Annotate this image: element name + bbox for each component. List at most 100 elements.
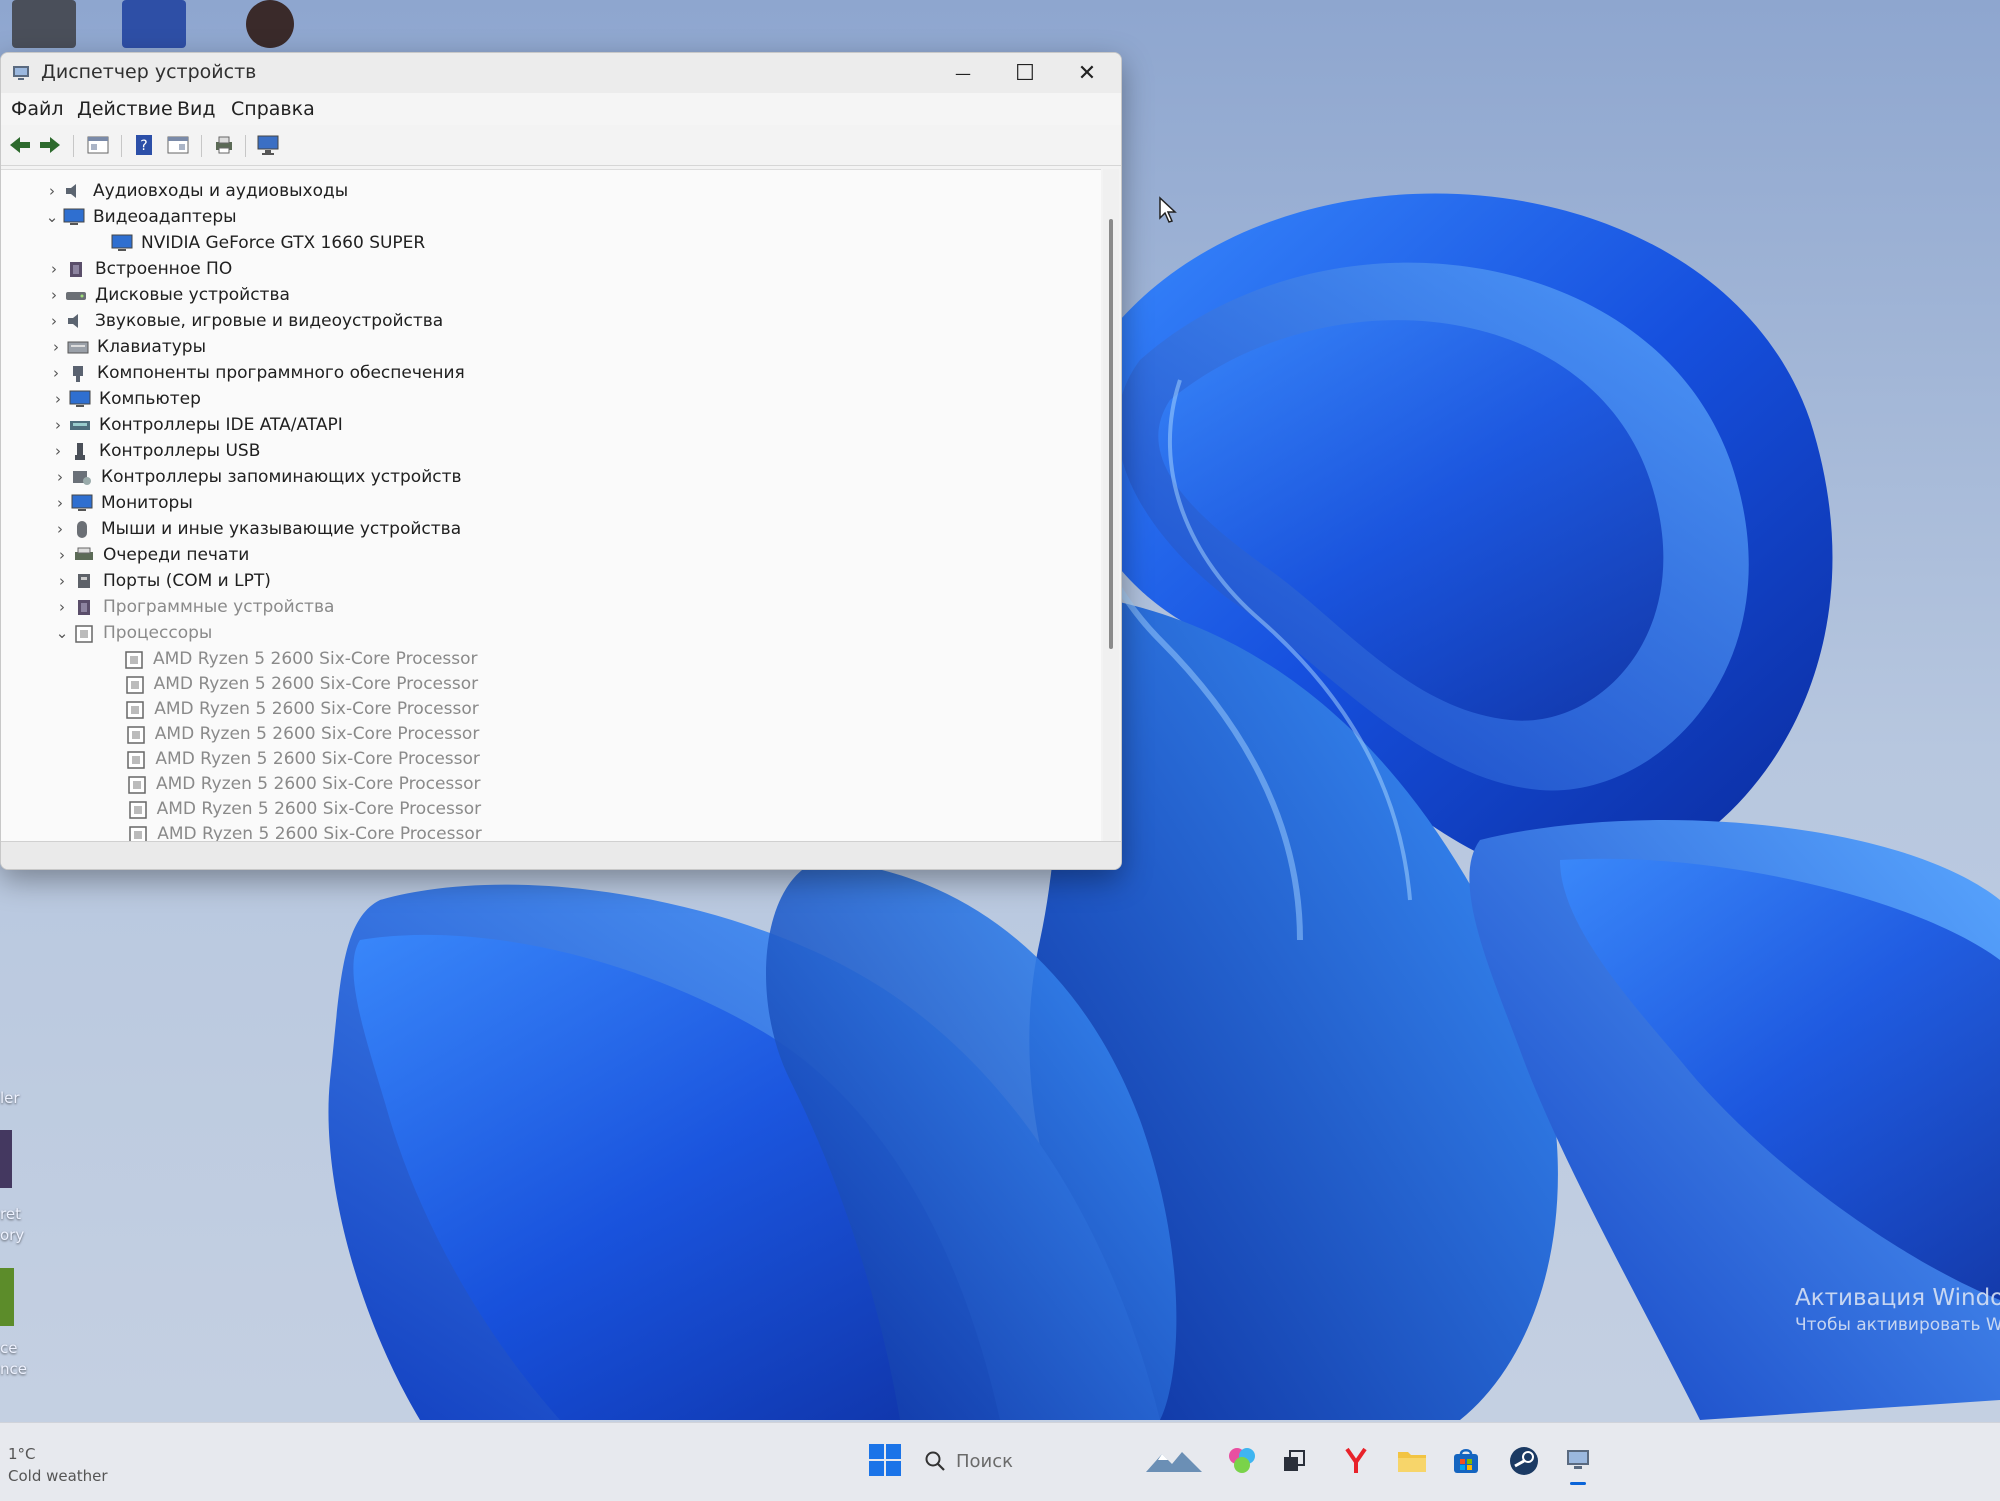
console-button[interactable] [165, 133, 191, 157]
back-button[interactable] [7, 133, 33, 157]
tree-item-processor[interactable]: AMD Ryzen 5 2600 Six-Core Processor [102, 696, 479, 722]
mouse-icon [77, 521, 87, 538]
taskbar-yandex[interactable] [1336, 1441, 1376, 1481]
chevron-down-icon[interactable]: ⌄ [51, 624, 73, 642]
tree-item-print-queues[interactable]: › Очереди печати [51, 542, 249, 568]
arrow-left-icon [10, 137, 30, 153]
chevron-right-icon[interactable]: › [45, 338, 67, 356]
cpu-icon [129, 826, 147, 842]
scan-hardware-button[interactable] [255, 133, 281, 157]
taskbar-store[interactable] [1446, 1441, 1486, 1481]
desktop-icon-2[interactable] [122, 0, 186, 48]
chevron-right-icon[interactable]: › [47, 390, 69, 408]
chevron-right-icon[interactable]: › [51, 598, 73, 616]
menu-action[interactable]: Действие [77, 98, 173, 120]
tree-item-software-components[interactable]: › Компоненты программного обеспечения [45, 360, 465, 386]
window-title: Диспетчер устройств [41, 61, 257, 83]
tree-item-video-adapters[interactable]: ⌄ Видеоадаптеры [41, 204, 237, 230]
tree-item-monitors[interactable]: › Мониторы [49, 490, 193, 516]
weather-widget[interactable]: 1°C Cold weather [8, 1443, 108, 1487]
scrollbar-thumb[interactable] [1109, 219, 1113, 649]
menu-view[interactable]: Вид [177, 98, 216, 120]
tree-item-processor[interactable]: AMD Ryzen 5 2600 Six-Core Processor [103, 721, 479, 747]
steam-icon [1510, 1447, 1538, 1475]
tree-item-processor[interactable]: AMD Ryzen 5 2600 Six-Core Processor [105, 821, 482, 842]
desktop-icon-left-1[interactable] [0, 1130, 12, 1188]
arrow-right-icon [40, 137, 60, 153]
chevron-right-icon[interactable]: › [49, 494, 71, 512]
help-button[interactable]: ? [131, 133, 157, 157]
close-button[interactable]: ✕ [1057, 55, 1117, 91]
chevron-right-icon[interactable]: › [43, 260, 65, 278]
tree-item-sound[interactable]: › Звуковые, игровые и видеоустройства [43, 308, 443, 334]
tree-item-software-devices[interactable]: › Программные устройства [51, 594, 334, 620]
chevron-down-icon[interactable]: ⌄ [41, 208, 63, 226]
tree-item-firmware[interactable]: › Встроенное ПО [43, 256, 232, 282]
chevron-right-icon[interactable]: › [43, 312, 65, 330]
tree-item-keyboards[interactable]: › Клавиатуры [45, 334, 206, 360]
menu-file[interactable]: Файл [11, 98, 64, 120]
tree-item-usb[interactable]: › Контроллеры USB [47, 438, 260, 464]
tree-item-processor[interactable]: AMD Ryzen 5 2600 Six-Core Processor [103, 746, 480, 772]
tree-item-mice[interactable]: › Мыши и иные указывающие устройства [49, 516, 461, 542]
taskbar: 1°C Cold weather Поиск [0, 1422, 2000, 1501]
forward-button[interactable] [37, 133, 63, 157]
tree-item-label: AMD Ryzen 5 2600 Six-Core Processor [153, 674, 479, 694]
tree-item-disk-drives[interactable]: › Дисковые устройства [43, 282, 290, 308]
taskbar-copilot[interactable] [1222, 1441, 1262, 1481]
cpu-icon [127, 751, 146, 769]
menu-bar: Файл Действие Вид Справка [1, 93, 1121, 125]
close-icon: ✕ [1077, 60, 1097, 86]
taskbar-task-view[interactable] [1274, 1441, 1314, 1481]
tree-item-ide[interactable]: › Контроллеры IDE ATA/ATAPI [47, 412, 343, 438]
vertical-scrollbar[interactable] [1103, 169, 1119, 841]
chevron-right-icon[interactable]: › [47, 416, 69, 434]
print-button[interactable] [211, 133, 237, 157]
tree-item-processor[interactable]: AMD Ryzen 5 2600 Six-Core Processor [104, 771, 481, 797]
tree-item-label: AMD Ryzen 5 2600 Six-Core Processor [155, 749, 480, 769]
chevron-right-icon[interactable]: › [41, 182, 63, 200]
chevron-right-icon[interactable]: › [51, 572, 73, 590]
tree-item-gpu[interactable]: NVIDIA GeForce GTX 1660 SUPER [89, 230, 425, 256]
tree-item-label: AMD Ryzen 5 2600 Six-Core Processor [156, 799, 482, 819]
chevron-right-icon[interactable]: › [45, 364, 67, 382]
cpu-icon [125, 651, 143, 669]
tree-item-processor[interactable]: AMD Ryzen 5 2600 Six-Core Processor [105, 796, 482, 822]
tree-item-processor[interactable]: AMD Ryzen 5 2600 Six-Core Processor [102, 671, 479, 697]
windows-activation-watermark: Активация Windo Чтобы активировать W [1795, 1285, 2000, 1335]
desktop-label-1: ler [0, 1089, 20, 1107]
chevron-right-icon[interactable]: › [43, 286, 65, 304]
taskbar-search[interactable]: Поиск [924, 1443, 1124, 1479]
taskbar-steam[interactable] [1504, 1441, 1544, 1481]
tree-item-ports[interactable]: › Порты (COM и LPT) [51, 568, 271, 594]
tree-item-processors[interactable]: ⌄ Процессоры [51, 620, 213, 646]
taskbar-widgets[interactable] [1144, 1441, 1204, 1481]
minimize-button[interactable]: — [933, 55, 993, 91]
mouse-cursor-icon [1159, 196, 1177, 223]
tree-item-label: Компьютер [99, 389, 201, 409]
menu-help[interactable]: Справка [231, 98, 315, 120]
tree-item-computer[interactable]: › Компьютер [47, 386, 201, 412]
taskbar-file-explorer[interactable] [1392, 1441, 1432, 1481]
tree-item-audio-io[interactable]: › Аудиовходы и аудиовыходы [41, 178, 348, 204]
desktop-label-3: ory [0, 1226, 25, 1244]
desktop-icon-1[interactable] [12, 0, 76, 48]
tree-item-processor[interactable]: AMD Ryzen 5 2600 Six-Core Processor [101, 646, 478, 672]
tree-item-storage[interactable]: › Контроллеры запоминающих устройств [49, 464, 462, 490]
chevron-right-icon[interactable]: › [49, 520, 71, 538]
maximize-button[interactable]: ☐ [995, 55, 1055, 91]
console-icon [167, 136, 189, 154]
desktop-icon-3[interactable] [246, 0, 294, 48]
properties-button[interactable] [85, 133, 111, 157]
taskbar-device-manager[interactable] [1558, 1441, 1598, 1485]
store-icon [1454, 1449, 1478, 1473]
yandex-browser-icon [1345, 1447, 1367, 1473]
title-bar[interactable]: Диспетчер устройств — ☐ ✕ [1, 53, 1121, 93]
chevron-right-icon[interactable]: › [51, 546, 73, 564]
cpu-icon [127, 726, 145, 744]
windows-start-icon[interactable] [868, 1443, 902, 1477]
desktop-icon-left-2[interactable] [0, 1268, 14, 1326]
chevron-right-icon[interactable]: › [47, 442, 69, 460]
display-icon [69, 390, 91, 407]
chevron-right-icon[interactable]: › [49, 468, 71, 486]
